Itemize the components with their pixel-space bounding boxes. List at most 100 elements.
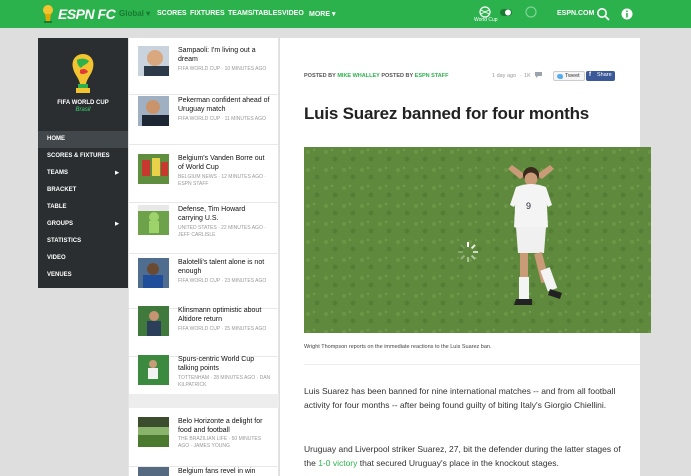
feed-thumbnail	[138, 306, 169, 336]
feed-meta: FIFA WORLD CUP · 23 minutes ago	[178, 278, 267, 284]
global-label: Global	[119, 9, 144, 18]
sidebar-item-groups[interactable]: GROUPS ▶	[38, 216, 128, 233]
feed-title[interactable]: Belgium fans revel in win	[178, 467, 272, 476]
sidebar-item-label: SCORES & FIXTURES	[47, 153, 110, 159]
feed-item[interactable]: Spurs-centric World Cup talking points T…	[129, 345, 279, 394]
feed-item[interactable]: Defense, Tim Howard carrying U.S. UNITED…	[129, 197, 279, 254]
caret-right-icon: ▶	[115, 170, 119, 176]
sidebar-item-scores-fixtures[interactable]: SCORES & FIXTURES	[38, 148, 128, 165]
espn-com-link[interactable]: ESPN.COM	[557, 10, 594, 17]
feed-title[interactable]: Defense, Tim Howard carrying U.S.	[178, 205, 272, 223]
feed-thumbnail	[138, 417, 169, 447]
top-navigation-bar: ESPN FC Global ▾ SCORES FIXTURES TEAMS/T…	[0, 0, 691, 28]
sidebar-title: FIFA WORLD CUP	[57, 100, 109, 106]
feed-thumbnail	[138, 355, 169, 385]
search-icon[interactable]	[596, 7, 610, 21]
posted-by-label: POSTED BY	[304, 73, 336, 79]
feed-thumbnail	[138, 46, 169, 76]
tweet-button[interactable]: Tweet	[553, 71, 585, 81]
byline: POSTED BY MIKE WHALLEY POSTED BY ESPN ST…	[304, 73, 449, 79]
sidebar-subtitle: Brasil	[75, 107, 91, 113]
feed-meta: FIFA WORLD CUP · 25 minutes ago	[178, 326, 267, 332]
facebook-share-button[interactable]: f Share	[586, 71, 615, 81]
author-link[interactable]: MIKE WHALLEY	[337, 73, 379, 79]
feed-title[interactable]: Belgium's Vanden Borre out of World Cup	[178, 154, 272, 172]
sidebar-item-label: STATISTICS	[47, 238, 82, 244]
feed-title[interactable]: Spurs-centric World Cup talking points	[178, 355, 272, 373]
divider	[304, 364, 640, 365]
article-paragraph: Uruguay and Liverpool striker Suarez, 27…	[304, 443, 624, 470]
feed-section-gap	[129, 394, 279, 408]
timestamp: 1 day ago · 1K	[492, 73, 531, 79]
feed-title[interactable]: Pekerman confident ahead of Uruguay matc…	[178, 96, 272, 114]
sidebar-item-label: VIDEO	[47, 255, 66, 261]
image-caption: Wright Thompson reports on the immediate…	[304, 344, 492, 350]
twitter-bird-icon	[557, 74, 563, 79]
nav-fixtures[interactable]: FIXTURES	[190, 10, 225, 17]
staff-link[interactable]: ESPN STAFF	[415, 73, 449, 79]
feed-title[interactable]: Sampaoli: I'm living out a dream	[178, 46, 272, 64]
feed-meta: THE BRAZILIAN LIFE · 50 minutes ago · JA…	[178, 436, 262, 449]
sidebar-item-label: HOME	[47, 136, 65, 142]
feed-item[interactable]: Belgium fans revel in win	[129, 465, 279, 476]
espn-fc-logo[interactable]: ESPN FC	[58, 6, 116, 22]
feed-title[interactable]: Balotelli's talent alone is not enough	[178, 258, 272, 276]
sidebar-item-bracket[interactable]: BRACKET	[38, 182, 128, 199]
share-label: Share	[597, 72, 612, 78]
info-icon[interactable]	[621, 8, 633, 20]
nav-teams-tables[interactable]: TEAMS/TABLES	[228, 10, 282, 17]
feed-meta: TOTTENHAM · 28 minutes ago · DAN KILPATR…	[178, 375, 271, 388]
player-number: 9	[526, 201, 531, 211]
sidebar-item-table[interactable]: TABLE	[38, 199, 128, 216]
sidebar-item-statistics[interactable]: STATISTICS	[38, 233, 128, 250]
nav-scores[interactable]: SCORES	[157, 10, 187, 17]
sidebar-item-label: VENUES	[47, 272, 72, 278]
tweet-label: Tweet	[565, 73, 580, 79]
feed-thumbnail	[138, 205, 169, 235]
caret-right-icon: ▶	[115, 221, 119, 227]
global-edition-dropdown[interactable]: Global ▾	[119, 9, 150, 18]
feed-thumbnail	[138, 96, 169, 126]
feed-thumbnail	[138, 154, 169, 184]
nav-video[interactable]: VIDEO	[282, 10, 304, 17]
article-hero-image[interactable]: 9	[304, 147, 651, 333]
article-paragraph: Luis Suarez has been banned for nine int…	[304, 386, 616, 410]
divider	[129, 144, 279, 145]
feed-meta: UNITED STATES · 22 minutes ago · JEFF CA…	[178, 225, 266, 238]
world-cup-label: World Cup	[474, 17, 498, 23]
nav-more-label: MORE	[309, 11, 330, 18]
feed-title[interactable]: Belo Horizonte a delight for food and fo…	[178, 417, 272, 435]
time-ago: 1 day ago	[492, 73, 517, 79]
world-cup-sidebar: FIFA WORLD CUP Brasil HOME SCORES & FIXT…	[38, 38, 128, 288]
chevron-down-icon: ▾	[146, 9, 151, 18]
feed-thumbnail	[138, 258, 169, 288]
fifa-world-cup-logo	[72, 54, 94, 93]
sidebar-item-home[interactable]: HOME	[38, 131, 128, 148]
world-cup-trophy-icon	[43, 5, 53, 23]
sidebar-item-venues[interactable]: VENUES	[38, 267, 128, 284]
feed-title[interactable]: Klinsmann optimistic about Altidore retu…	[178, 306, 272, 324]
feed-item[interactable]: Belo Horizonte a delight for food and fo…	[129, 408, 279, 467]
feed-meta: BELGIUM NEWS · 12 minutes ago · ESPN STA…	[178, 174, 267, 187]
comment-icon[interactable]	[535, 72, 542, 78]
sidebar-item-label: TABLE	[47, 204, 67, 210]
feed-item[interactable]: Belgium's Vanden Borre out of World Cup …	[129, 146, 279, 203]
feed-meta: FIFA WORLD CUP · 10 minutes ago	[178, 66, 267, 72]
paragraph-text: that secured Uruguay's place in the knoc…	[357, 457, 559, 468]
chevron-down-icon: ▾	[331, 11, 336, 18]
posted-by-label: POSTED BY	[381, 73, 414, 79]
sidebar-item-label: GROUPS	[47, 221, 74, 227]
feed-item[interactable]: Pekerman confident ahead of Uruguay matc…	[129, 88, 279, 145]
feed-meta: FIFA WORLD CUP · 11 minutes ago	[178, 116, 266, 122]
sidebar-item-video[interactable]: VIDEO	[38, 250, 128, 267]
comment-count[interactable]: 1K	[524, 73, 531, 79]
inline-link[interactable]: 1-0 victory	[318, 458, 357, 468]
feed-thumbnail	[138, 467, 169, 476]
feed-item[interactable]: Sampaoli: I'm living out a dream FIFA WO…	[129, 38, 279, 95]
article: POSTED BY MIKE WHALLEY POSTED BY ESPN ST…	[280, 38, 651, 476]
nav-more[interactable]: MORE ▾	[309, 10, 335, 18]
sidebar-item-label: TEAMS	[47, 170, 68, 176]
sidebar-item-teams[interactable]: TEAMS ▶	[38, 165, 128, 182]
hero-photo: 9	[304, 147, 651, 333]
facebook-icon: f	[589, 72, 591, 78]
